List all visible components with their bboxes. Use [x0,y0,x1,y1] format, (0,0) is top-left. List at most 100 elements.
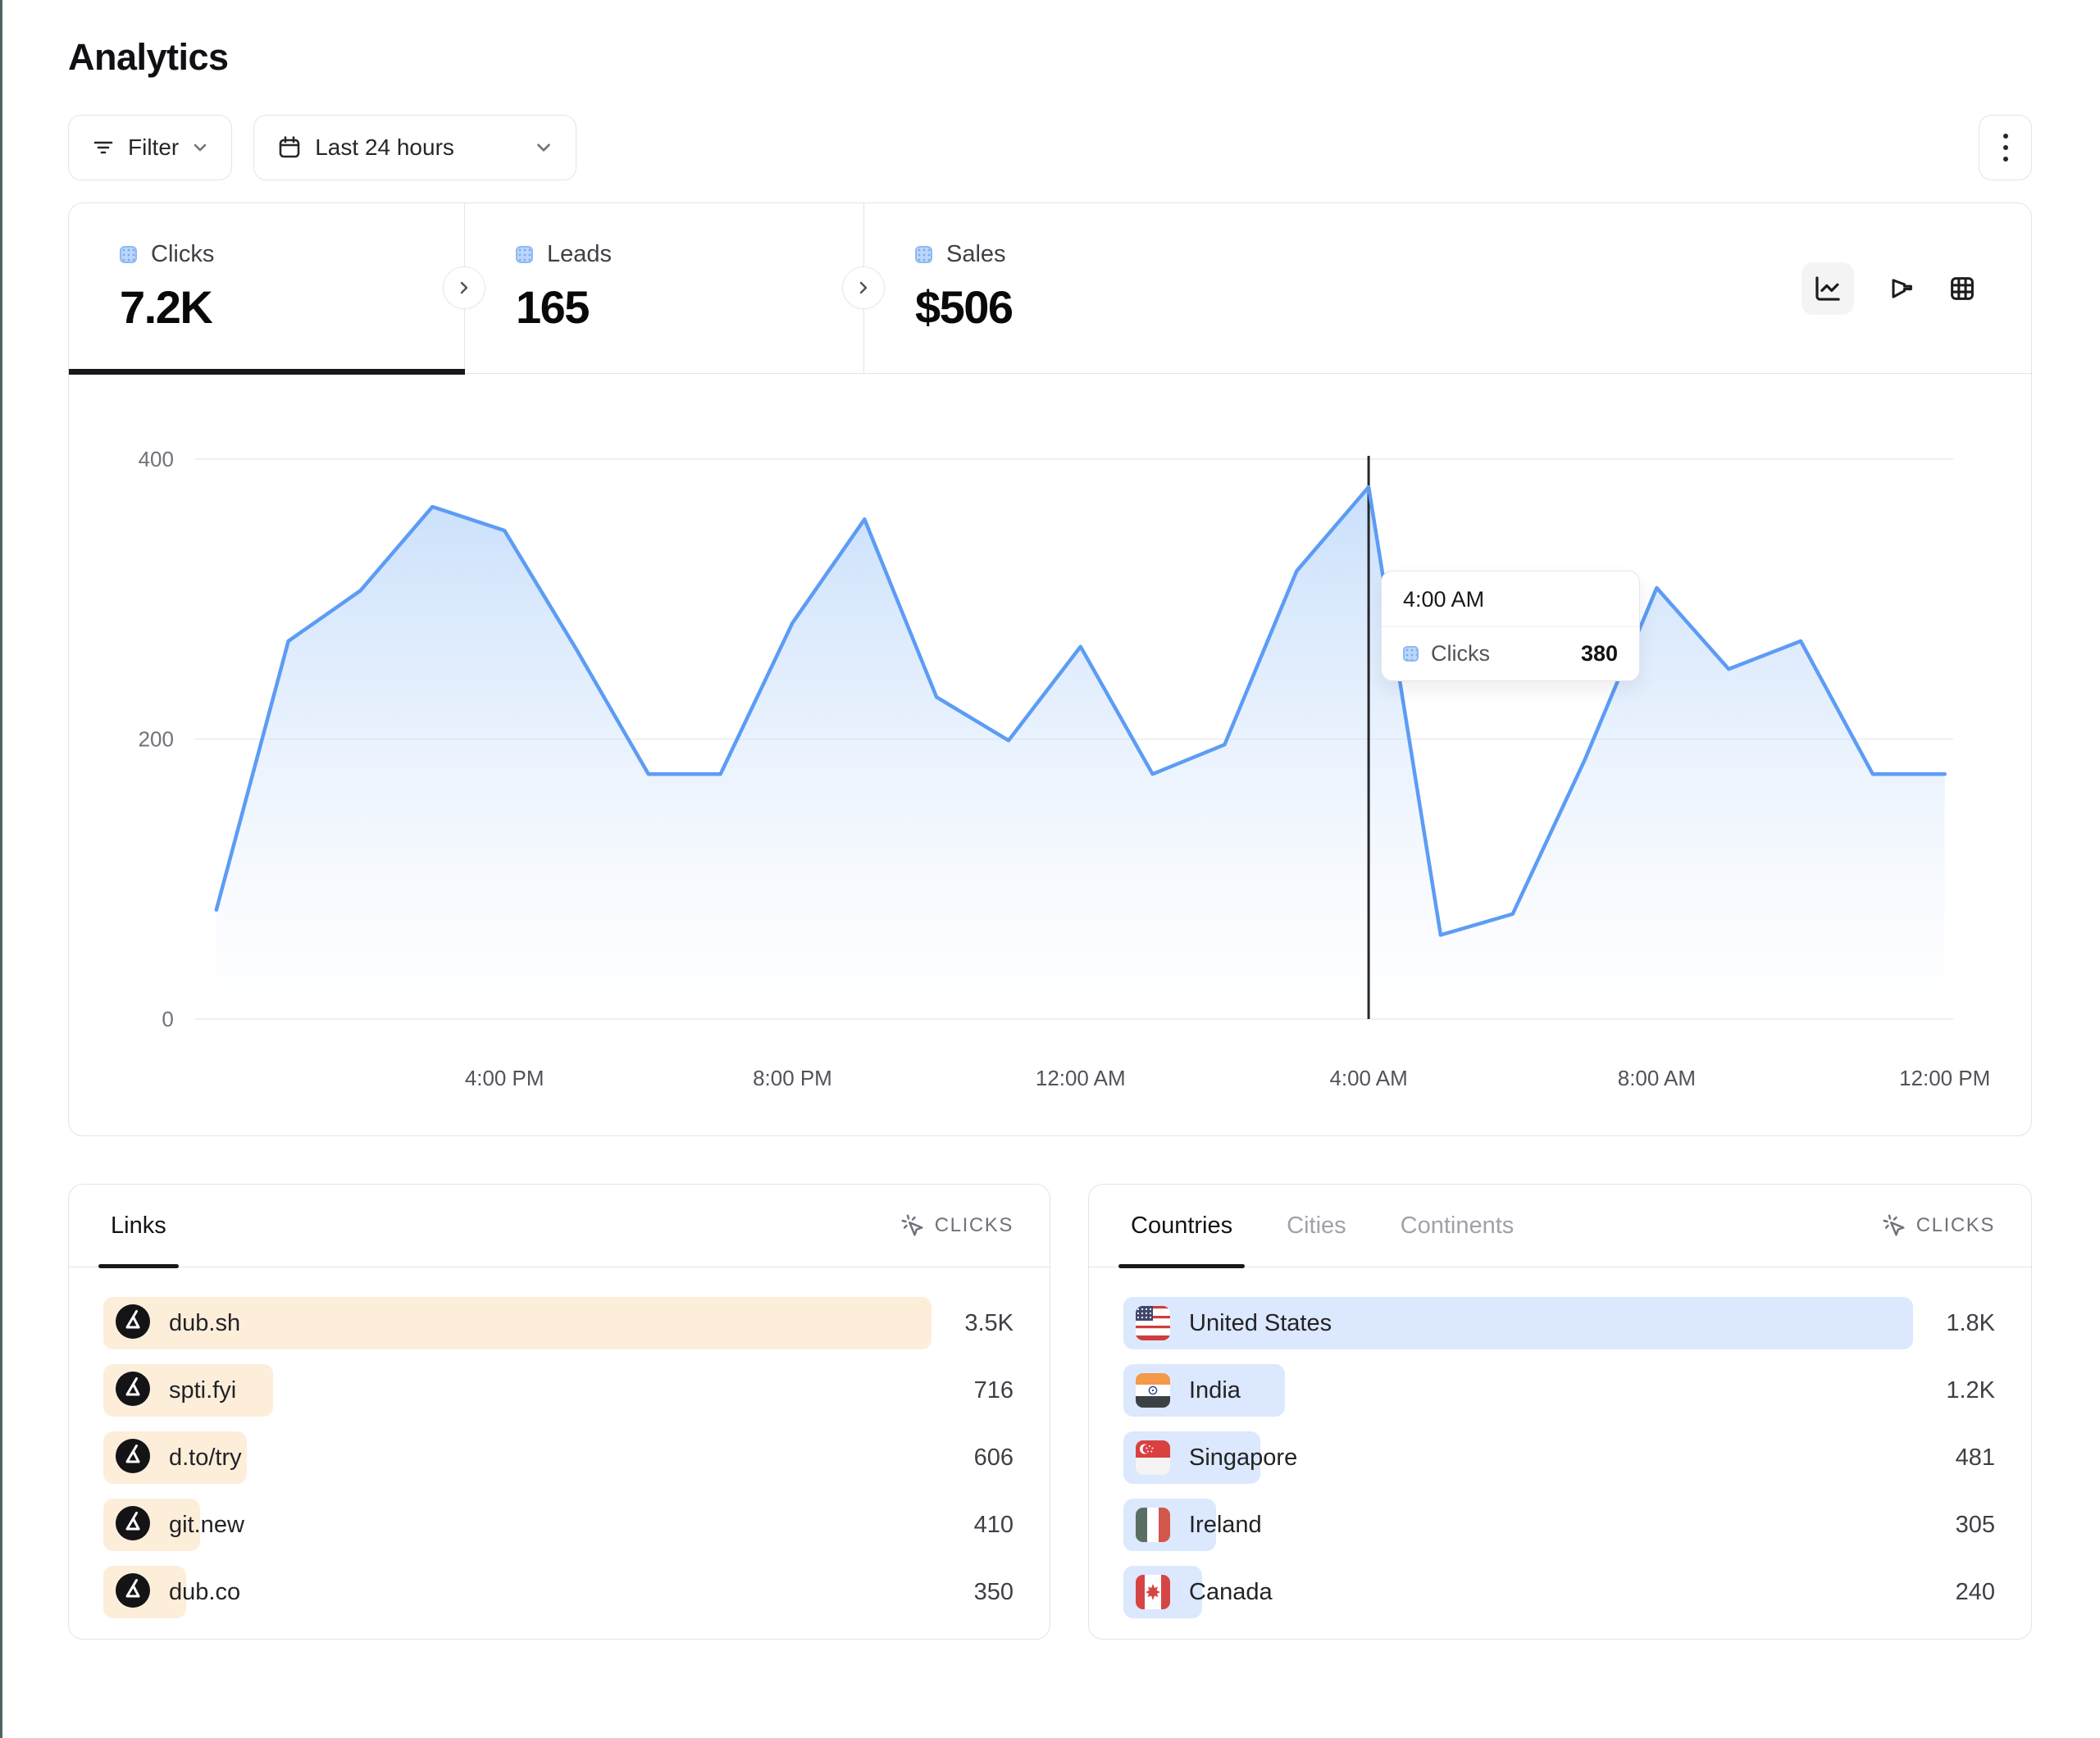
link-row[interactable]: d.to/try 606 [103,1424,1014,1491]
stat-label: Leads [547,241,612,268]
row-label: Canada [1189,1579,1273,1606]
expand-leads-button[interactable] [842,266,885,309]
country-row[interactable]: United States 1.8K [1123,1290,1995,1357]
filter-button[interactable]: Filter [68,115,232,180]
row-label: Ireland [1189,1512,1262,1539]
link-row[interactable]: git.new 410 [103,1491,1014,1558]
country-row[interactable]: Ireland305 [1123,1491,1995,1558]
row-label: Singapore [1189,1445,1297,1472]
dub-logo-icon [116,1573,150,1612]
dub-logo-icon [116,1506,150,1540]
row-value: 410 [932,1512,1014,1539]
row-label: United States [1189,1310,1332,1337]
countries-panel-header: Countries Cities Continents CLICKS [1089,1185,2031,1267]
line-chart-icon [1812,273,1843,304]
row-label: spti.fyi [169,1377,236,1404]
country-row[interactable]: Singapore 481 [1123,1424,1995,1491]
stat-value: 165 [516,280,863,334]
cursor-click-icon [900,1213,925,1238]
table-view-button[interactable] [1947,274,1977,303]
stat-label: Clicks [151,241,214,268]
grid-table-icon [1947,274,1977,303]
link-row[interactable]: spti.fyi 716 [103,1357,1014,1424]
x-axis-tick: 4:00 AM [1329,1066,1407,1090]
line-chart-view-button[interactable] [1802,262,1854,315]
stat-tab-leads[interactable]: Leads 165 [464,203,863,373]
x-axis-tick: 8:00 PM [753,1066,832,1090]
ca-flag-icon [1136,1575,1170,1609]
row-label: dub.co [169,1579,240,1606]
tooltip-series-label: Clicks [1431,641,1569,667]
active-tab-underline [69,369,465,375]
chevron-right-icon [856,280,871,295]
stat-value: $506 [915,280,1263,334]
controls-row: Filter Last 24 h [68,115,2032,180]
row-value: 716 [932,1377,1014,1404]
countries-metric-label: CLICKS [1916,1214,1995,1237]
y-axis-tick: 400 [139,447,174,471]
links-metric-toggle[interactable]: CLICKS [900,1213,1014,1238]
link-row[interactable]: dub.co350 [103,1558,1014,1626]
clicks-area-chart[interactable]: 0 200 400 4:00 PM 8:00 PM 12:00 AM 4:00 AM 8:00… [69,374,2031,1135]
page-title: Analytics [68,36,2032,79]
x-axis-tick: 12:00 AM [1036,1066,1126,1090]
area-chart-svg: 0 200 400 4:00 PM 8:00 PM 12:00 AM 4:00 AM 8:00… [69,374,2031,1135]
dub-logo-icon [116,1304,150,1343]
tab-continents[interactable]: Continents [1401,1185,1515,1267]
stat-tab-sales[interactable]: Sales $506 [863,203,1263,373]
clicks-legend-swatch [120,246,137,263]
row-label: d.to/try [169,1445,242,1472]
links-panel-header: Links CLICKS [69,1185,1050,1267]
countries-panel: Countries Cities Continents CLICKS United … [1088,1184,2032,1640]
row-value: 1.8K [1913,1310,1995,1337]
more-options-button[interactable] [1979,115,2032,180]
stat-tab-clicks[interactable]: Clicks 7.2K [69,203,464,373]
tab-links[interactable]: Links [111,1185,166,1267]
tab-cities[interactable]: Cities [1287,1185,1346,1267]
dub-logo-icon [116,1506,150,1545]
filter-button-label: Filter [128,134,179,161]
filter-lines-icon [91,135,116,160]
chevron-right-icon [457,280,471,295]
ie-flag-icon [1136,1508,1170,1542]
funnel-icon [1886,274,1916,303]
date-range-label: Last 24 hours [315,134,454,161]
row-label: dub.sh [169,1310,240,1337]
window-edge-strip [0,0,2,1738]
funnel-view-button[interactable] [1886,274,1916,303]
stat-value: 7.2K [120,280,464,334]
chart-view-switcher [1802,262,1977,315]
country-row[interactable]: India1.2K [1123,1357,1995,1424]
tab-countries[interactable]: Countries [1131,1185,1232,1267]
row-value: 481 [1913,1445,1995,1472]
row-value: 606 [932,1445,1014,1472]
kebab-vertical-icon [2003,134,2008,139]
links-metric-label: CLICKS [935,1214,1014,1237]
dub-logo-icon [116,1372,150,1410]
chart-tooltip: 4:00 AM Clicks 380 [1381,571,1640,681]
links-panel: Links CLICKS dub.sh3.5K spti.fyi 716 d.to… [68,1184,1050,1640]
sales-legend-swatch [915,246,932,263]
analytics-page: Analytics Filter [0,0,2100,1738]
row-value: 1.2K [1913,1377,1995,1404]
countries-metric-toggle[interactable]: CLICKS [1882,1213,1995,1238]
dub-logo-icon [116,1304,150,1339]
analytics-chart-card: Clicks 7.2K Leads 165 Sales $ [68,202,2032,1136]
in-flag-icon [1136,1373,1170,1408]
row-value: 240 [1913,1579,1995,1606]
link-row[interactable]: dub.sh3.5K [103,1290,1014,1357]
tooltip-legend-swatch [1403,646,1419,662]
x-axis-tick: 4:00 PM [465,1066,544,1090]
y-axis-tick: 200 [139,726,174,751]
x-axis-tick: 12:00 PM [1899,1066,1990,1090]
x-axis-tick: 8:00 AM [1618,1066,1696,1090]
row-label: git.new [169,1512,244,1539]
country-row[interactable]: Canada 240 [1123,1558,1995,1626]
dub-logo-icon [116,1439,150,1477]
expand-clicks-button[interactable] [443,266,485,309]
date-range-button[interactable]: Last 24 hours [253,115,576,180]
dub-logo-icon [116,1573,150,1608]
y-axis-tick: 0 [162,1007,173,1031]
tooltip-value: 380 [1581,641,1618,667]
tooltip-time: 4:00 AM [1382,571,1639,627]
